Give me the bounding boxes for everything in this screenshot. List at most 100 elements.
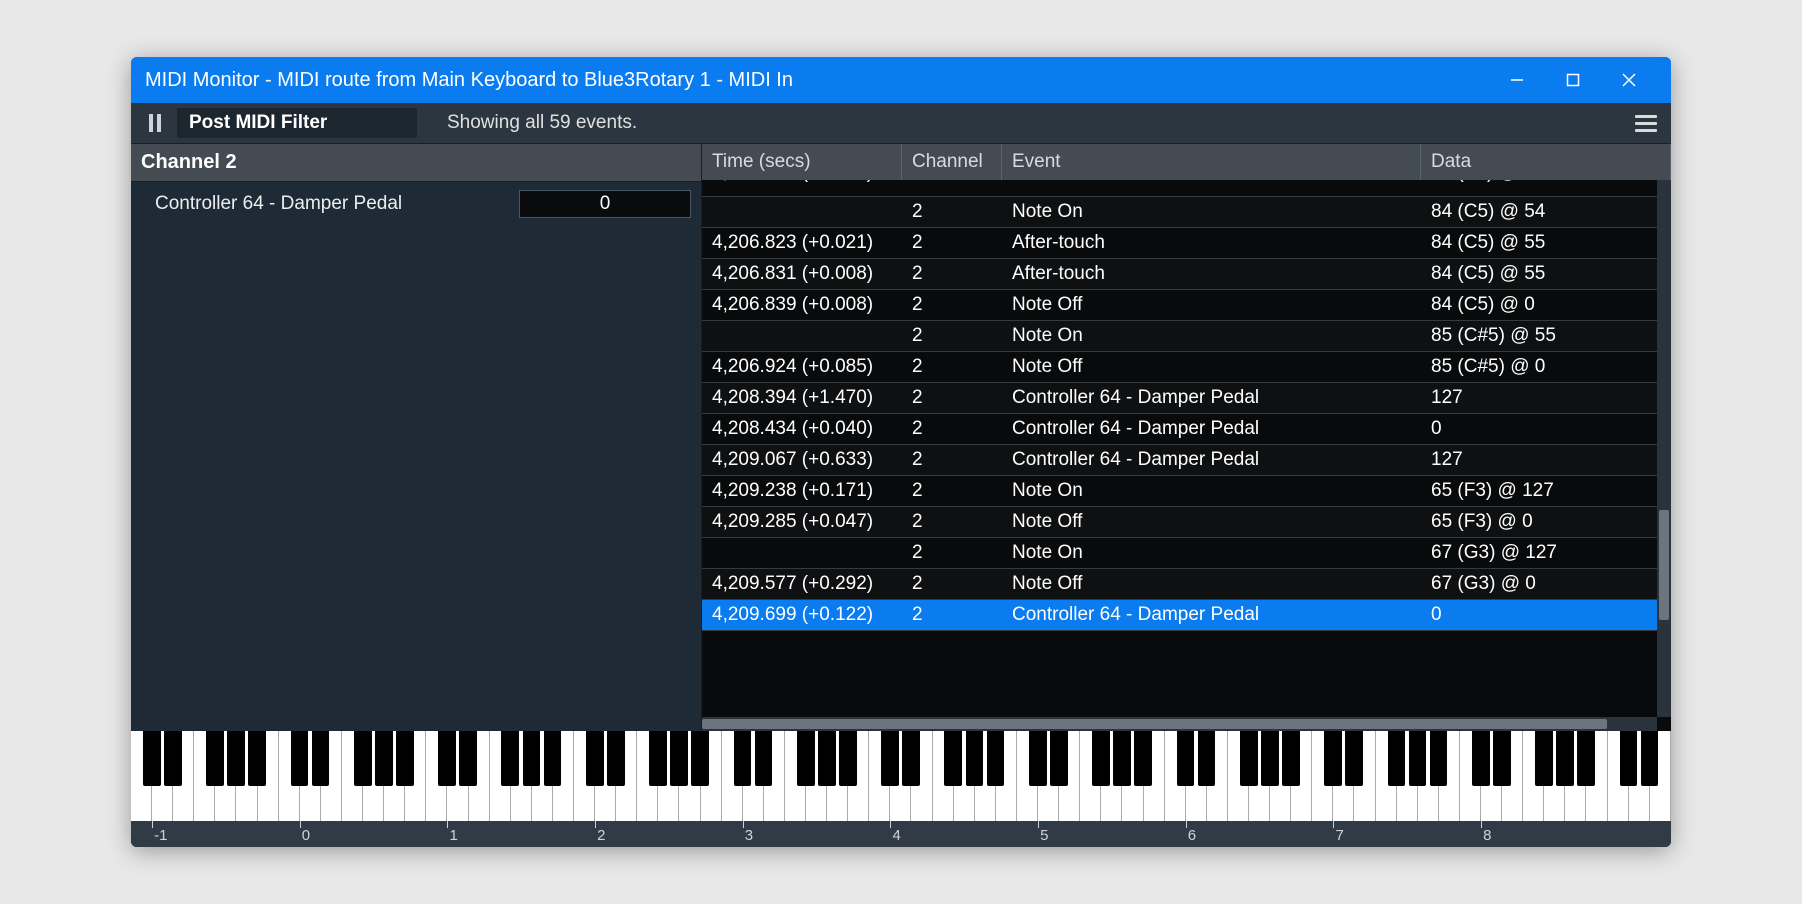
white-key[interactable] bbox=[553, 731, 574, 821]
white-key[interactable] bbox=[574, 731, 595, 821]
white-key[interactable] bbox=[1038, 731, 1059, 821]
minimize-button[interactable] bbox=[1489, 57, 1545, 103]
white-key[interactable] bbox=[1629, 731, 1650, 821]
white-key[interactable] bbox=[1608, 731, 1629, 821]
white-key[interactable] bbox=[194, 731, 215, 821]
white-key[interactable] bbox=[954, 731, 975, 821]
white-key[interactable] bbox=[426, 731, 447, 821]
white-key[interactable] bbox=[1270, 731, 1291, 821]
column-channel[interactable]: Channel bbox=[902, 144, 1002, 180]
table-row[interactable]: 4,209.699 (+0.122)2Controller 64 - Dampe… bbox=[702, 600, 1671, 631]
column-time[interactable]: Time (secs) bbox=[702, 144, 902, 180]
close-button[interactable] bbox=[1601, 57, 1657, 103]
table-row[interactable]: 4,209.238 (+0.171)2Note On65 (F3) @ 127 bbox=[702, 476, 1671, 507]
white-key[interactable] bbox=[1586, 731, 1607, 821]
white-key[interactable] bbox=[1312, 731, 1333, 821]
white-key[interactable] bbox=[975, 731, 996, 821]
white-key[interactable] bbox=[848, 731, 869, 821]
table-row[interactable]: 2Note On85 (C#5) @ 55 bbox=[702, 321, 1671, 352]
white-key[interactable] bbox=[447, 731, 468, 821]
white-key[interactable] bbox=[1439, 731, 1460, 821]
table-row[interactable]: 4,206.839 (+0.008)2Note Off84 (C5) @ 0 bbox=[702, 290, 1671, 321]
white-key[interactable] bbox=[1101, 731, 1122, 821]
white-key[interactable] bbox=[1291, 731, 1312, 821]
white-key[interactable] bbox=[300, 731, 321, 821]
white-key[interactable] bbox=[258, 731, 279, 821]
table-row[interactable]: 4,206.831 (+0.008)2After-touch84 (C5) @ … bbox=[702, 259, 1671, 290]
white-key[interactable] bbox=[1144, 731, 1165, 821]
white-key[interactable] bbox=[490, 731, 511, 821]
white-key[interactable] bbox=[911, 731, 932, 821]
column-data[interactable]: Data bbox=[1421, 144, 1671, 180]
white-key[interactable] bbox=[722, 731, 743, 821]
white-key[interactable] bbox=[1523, 731, 1544, 821]
white-key[interactable] bbox=[363, 731, 384, 821]
white-key[interactable] bbox=[405, 731, 426, 821]
white-key[interactable] bbox=[679, 731, 700, 821]
white-key[interactable] bbox=[1544, 731, 1565, 821]
table-row[interactable]: 4,209.067 (+0.633)2Controller 64 - Dampe… bbox=[702, 445, 1671, 476]
horizontal-scrollbar-thumb[interactable] bbox=[702, 719, 1607, 729]
white-key[interactable] bbox=[1017, 731, 1038, 821]
white-key[interactable] bbox=[658, 731, 679, 821]
white-key[interactable] bbox=[1165, 731, 1186, 821]
white-key[interactable] bbox=[996, 731, 1017, 821]
white-key[interactable] bbox=[616, 731, 637, 821]
white-key[interactable] bbox=[595, 731, 616, 821]
white-key[interactable] bbox=[1249, 731, 1270, 821]
white-key[interactable] bbox=[1059, 731, 1080, 821]
white-key[interactable] bbox=[1565, 731, 1586, 821]
white-key[interactable] bbox=[279, 731, 300, 821]
white-key[interactable] bbox=[131, 731, 152, 821]
controller-value[interactable]: 0 bbox=[519, 190, 691, 218]
white-key[interactable] bbox=[342, 731, 363, 821]
white-key[interactable] bbox=[1228, 731, 1249, 821]
vertical-scrollbar[interactable] bbox=[1657, 180, 1671, 717]
white-key[interactable] bbox=[152, 731, 173, 821]
white-key[interactable] bbox=[806, 731, 827, 821]
white-key[interactable] bbox=[1397, 731, 1418, 821]
table-row[interactable]: 4,208.394 (+1.470)2Controller 64 - Dampe… bbox=[702, 383, 1671, 414]
white-key[interactable] bbox=[1418, 731, 1439, 821]
table-row[interactable]: 4,208.434 (+0.040)2Controller 64 - Dampe… bbox=[702, 414, 1671, 445]
white-key[interactable] bbox=[1481, 731, 1502, 821]
maximize-button[interactable] bbox=[1545, 57, 1601, 103]
white-key[interactable] bbox=[637, 731, 658, 821]
white-key[interactable] bbox=[1650, 731, 1671, 821]
white-key[interactable] bbox=[743, 731, 764, 821]
table-row[interactable]: 4,206.924 (+0.085)2Note Off85 (C#5) @ 0 bbox=[702, 352, 1671, 383]
piano-keyboard[interactable] bbox=[131, 731, 1671, 821]
white-key[interactable] bbox=[827, 731, 848, 821]
white-key[interactable] bbox=[1354, 731, 1375, 821]
white-key[interactable] bbox=[933, 731, 954, 821]
white-key[interactable] bbox=[1333, 731, 1354, 821]
table-body[interactable]: 4,206.802 (+0.007)2Note Off83 (B4) @ 02N… bbox=[702, 180, 1671, 717]
white-key[interactable] bbox=[1502, 731, 1523, 821]
white-key[interactable] bbox=[701, 731, 722, 821]
white-key[interactable] bbox=[1376, 731, 1397, 821]
white-key[interactable] bbox=[511, 731, 532, 821]
white-key[interactable] bbox=[384, 731, 405, 821]
table-row[interactable]: 2Note On67 (G3) @ 127 bbox=[702, 538, 1671, 569]
white-key[interactable] bbox=[764, 731, 785, 821]
white-key[interactable] bbox=[1460, 731, 1481, 821]
white-key[interactable] bbox=[785, 731, 806, 821]
horizontal-scrollbar[interactable] bbox=[702, 717, 1657, 731]
white-key[interactable] bbox=[1080, 731, 1101, 821]
white-key[interactable] bbox=[1122, 731, 1143, 821]
filter-mode-select[interactable]: Post MIDI Filter bbox=[177, 108, 417, 138]
white-key[interactable] bbox=[321, 731, 342, 821]
vertical-scrollbar-thumb[interactable] bbox=[1659, 510, 1669, 620]
table-row[interactable]: 2Note On84 (C5) @ 54 bbox=[702, 197, 1671, 228]
table-row[interactable]: 4,206.823 (+0.021)2After-touch84 (C5) @ … bbox=[702, 228, 1671, 259]
table-row[interactable]: 4,209.285 (+0.047)2Note Off65 (F3) @ 0 bbox=[702, 507, 1671, 538]
pause-button[interactable] bbox=[139, 109, 171, 137]
white-key[interactable] bbox=[236, 731, 257, 821]
table-row[interactable]: 4,209.577 (+0.292)2Note Off67 (G3) @ 0 bbox=[702, 569, 1671, 600]
white-key[interactable] bbox=[532, 731, 553, 821]
white-key[interactable] bbox=[869, 731, 890, 821]
white-key[interactable] bbox=[890, 731, 911, 821]
table-row[interactable]: 4,206.802 (+0.007)2Note Off83 (B4) @ 0 bbox=[702, 180, 1671, 197]
white-key[interactable] bbox=[1207, 731, 1228, 821]
white-key[interactable] bbox=[469, 731, 490, 821]
